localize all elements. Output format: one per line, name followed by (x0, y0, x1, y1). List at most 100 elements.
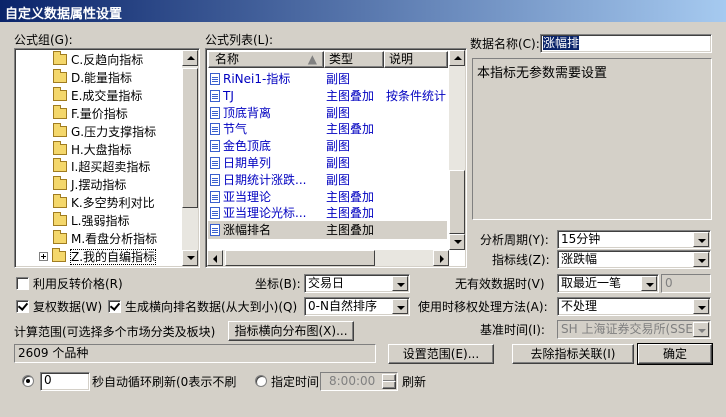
rank-order-select[interactable]: 0-N自然排序 (304, 297, 410, 316)
list-vscroll[interactable] (449, 50, 465, 250)
scroll-down-icon[interactable] (449, 234, 465, 250)
formula-group-tree[interactable]: C.反趋向指标 D.能量指标 E.成交量指标 F.量价指标 G.压力支撑指标 H.大盘指标… (14, 48, 200, 268)
folder-icon (52, 247, 66, 262)
row-type-cell: 副图 (326, 105, 351, 120)
chevron-down-icon[interactable] (641, 276, 657, 291)
tree-item-label: D.能量指标 (71, 70, 133, 85)
row-name-cell: TJ (210, 87, 324, 105)
distribution-button[interactable]: 指标横向分布图(X)... (228, 321, 354, 341)
time-shift-select[interactable]: 不处理 (557, 297, 711, 316)
folder-icon (53, 122, 67, 137)
chevron-down-icon[interactable] (693, 252, 709, 267)
tree-item-label: L.强弱指标 (71, 214, 130, 229)
tree-item[interactable]: G.压力支撑指标 (53, 122, 156, 141)
row-name-cell: RiNei1-指标 (210, 70, 324, 88)
formula-doc-icon (210, 123, 220, 136)
tree-item-label: I.超买超卖指标 (71, 160, 151, 175)
fixed-time-radio[interactable] (255, 375, 267, 387)
tree-item[interactable]: J.摆动指标 (53, 176, 126, 194)
scroll-right-icon[interactable] (433, 250, 449, 266)
column-header-type[interactable]: 类型 (324, 51, 384, 68)
auto-refresh-radio[interactable] (22, 375, 34, 387)
table-row[interactable]: 亚当理论 主图叠加 (208, 188, 447, 206)
tree-item-label: H.大盘指标 (71, 142, 132, 157)
table-row[interactable]: 日期单列 副图 (208, 154, 447, 172)
coord-select[interactable]: 交易日 (304, 274, 410, 293)
tree-item[interactable]: C.反趋向指标 (53, 51, 143, 69)
column-header-name[interactable]: 名称 ▲ (208, 51, 324, 68)
fixed-time-input[interactable]: 8:00:00 (320, 372, 398, 391)
coord-value: 交易日 (308, 276, 345, 290)
chevron-down-icon[interactable] (693, 322, 709, 337)
tree-item[interactable]: Z.我的自编指标 (39, 247, 157, 266)
row-name-text: RiNei1-指标 (223, 72, 291, 86)
table-row[interactable]: 节气 主图叠加 (208, 120, 447, 138)
table-row[interactable]: 顶底背离 副图 (208, 104, 447, 122)
period-select[interactable]: 15分钟 (557, 230, 711, 249)
row-type-cell: 主图叠加 (326, 206, 375, 221)
expand-plus-icon[interactable] (39, 251, 48, 261)
restore-data-checkbox[interactable] (16, 300, 29, 313)
refresh-seconds-input[interactable]: 0 (40, 372, 90, 391)
scroll-up-icon[interactable] (182, 50, 198, 66)
chevron-down-icon[interactable] (392, 299, 408, 314)
variety-count-text: 2609 个品种 (18, 346, 89, 360)
horizontal-rank-checkbox[interactable] (108, 300, 121, 313)
row-name-cell: 节气 (210, 120, 324, 138)
period-value: 15分钟 (561, 232, 601, 246)
no-data-extra-input[interactable]: 0 (661, 274, 711, 293)
row-name-cell: 亚当理论光标... (210, 204, 324, 222)
row-type-cell: 副图 (326, 156, 351, 170)
formula-doc-icon (210, 157, 220, 169)
table-row[interactable]: 涨幅排名 主图叠加 (208, 221, 447, 240)
reverse-price-checkbox[interactable] (16, 277, 29, 290)
row-type-cell: 副图 (326, 172, 351, 187)
indicator-line-select[interactable]: 涨跌幅 (557, 250, 711, 269)
list-hscroll-thumb[interactable] (225, 250, 375, 266)
tree-item[interactable]: I.超买超卖指标 (53, 158, 150, 176)
table-row[interactable]: RiNei1-指标 副图 (208, 70, 447, 88)
tree-item-label: M.看盘分析指标 (71, 232, 158, 246)
data-name-value: 涨幅排 (543, 36, 580, 50)
tree-item[interactable]: E.成交量指标 (53, 86, 142, 105)
table-row[interactable]: 金色顶底 副图 (208, 137, 447, 155)
tree-item[interactable]: D.能量指标 (53, 68, 133, 87)
table-row[interactable]: TJ 主图叠加 按条件统计 (208, 87, 447, 105)
chevron-down-icon[interactable] (392, 276, 408, 291)
coord-label: 坐标(B): (255, 277, 301, 291)
ok-button[interactable]: 确定 (637, 343, 713, 365)
table-row[interactable]: 日期统计涨跌... 副图 (208, 171, 447, 189)
scroll-up-icon[interactable] (449, 50, 465, 66)
calc-range-label: 计算范围(可选择多个市场分类及板块) (14, 325, 216, 339)
folder-icon (53, 140, 67, 155)
row-name-text: 亚当理论 (223, 189, 272, 204)
data-name-input[interactable]: 涨幅排 (540, 34, 712, 53)
tree-item[interactable]: K.多空势利对比 (53, 194, 155, 212)
chevron-down-icon[interactable] (693, 232, 709, 247)
table-row[interactable]: 亚当理论光标... 主图叠加 (208, 204, 447, 222)
set-range-button[interactable]: 设置范围(E)... (388, 344, 494, 364)
formula-list[interactable]: 名称 ▲ 类型 说明 RiNei1-指标 副图 TJ 主图叠加 按条件统计 顶底背离 副图节… (205, 48, 467, 268)
row-name-text: 涨幅排名 (223, 223, 272, 238)
spin-down-icon[interactable] (382, 381, 396, 389)
tree-item[interactable]: H.大盘指标 (53, 140, 132, 159)
horizontal-rank-label: 生成横向排名数据(从大到小)(Q) (125, 300, 298, 314)
base-time-select[interactable]: SH 上海证券交易所(SSE) (557, 320, 711, 339)
list-hscroll[interactable] (207, 250, 449, 266)
folder-icon (53, 51, 67, 65)
tree-item[interactable]: L.强弱指标 (53, 212, 130, 230)
no-data-select[interactable]: 取最近一笔 (557, 274, 659, 293)
scroll-left-icon[interactable] (207, 250, 223, 266)
scroll-down-icon[interactable] (182, 250, 198, 266)
tree-item[interactable]: M.看盘分析指标 (53, 230, 157, 248)
chevron-down-icon[interactable] (693, 299, 709, 314)
tree-item[interactable]: F.量价指标 (53, 104, 128, 123)
list-scroll-thumb[interactable] (449, 170, 465, 234)
remove-link-button[interactable]: 去除指标关联(I) (512, 344, 634, 364)
folder-icon (53, 68, 67, 83)
column-header-desc[interactable]: 说明 (384, 51, 448, 68)
formula-group-label: 公式组(G): (14, 33, 73, 47)
tree-vscroll[interactable] (182, 50, 198, 266)
indicator-line-value: 涨跌幅 (561, 252, 598, 266)
tree-scroll-thumb[interactable] (182, 68, 198, 208)
